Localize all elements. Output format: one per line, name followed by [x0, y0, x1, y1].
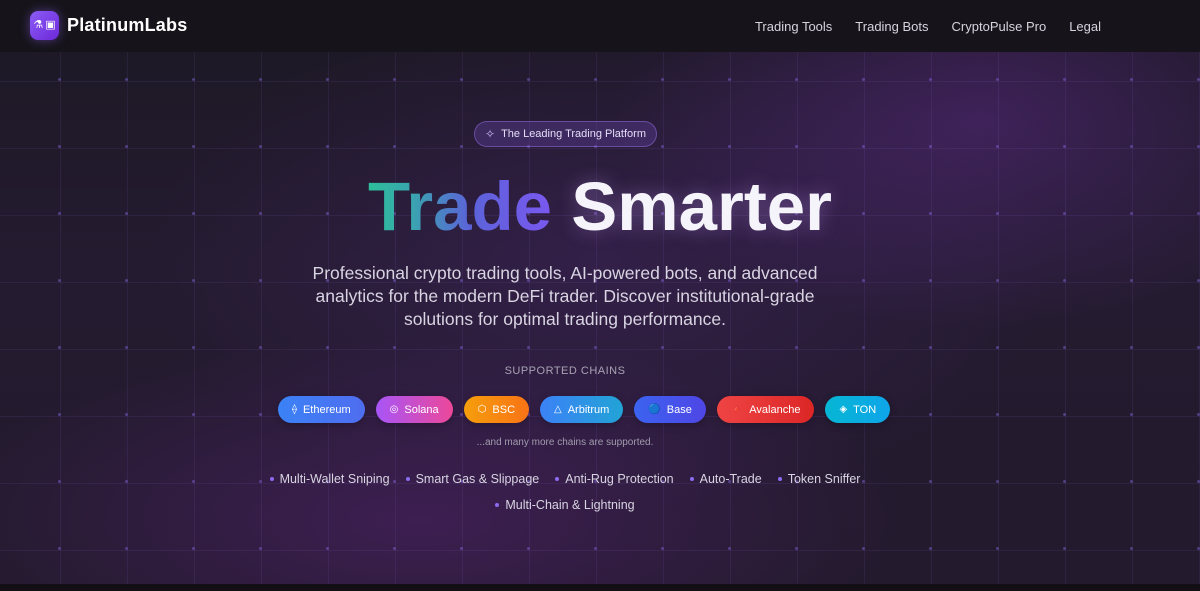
badge-label: The Leading Trading Platform	[501, 128, 646, 140]
chain-pill-arbitrum[interactable]: △ Arbitrum	[540, 396, 624, 423]
chain-label: Base	[666, 403, 692, 416]
chain-label: Avalanche	[749, 403, 801, 416]
logo-badge: ⚗ ▣	[30, 11, 59, 40]
top-navbar: ⚗ ▣ PlatinumLabs Trading Tools Trading B…	[0, 0, 1200, 52]
bullet-dot-icon	[495, 503, 500, 507]
bullet-dot-icon	[269, 477, 274, 481]
avalanche-icon: 🔺	[730, 404, 744, 415]
nav-links: Trading Tools Trading Bots CryptoPulse P…	[755, 0, 1101, 52]
bullet-dot-icon	[777, 477, 782, 481]
feature-item: Smart Gas & Slippage	[405, 471, 540, 487]
bullet-dot-icon	[689, 477, 694, 481]
hero-subtitle: Professional crypto trading tools, AI-po…	[312, 263, 818, 329]
feature-label: Smart Gas & Slippage	[415, 472, 540, 486]
chain-label: Ethereum	[302, 403, 351, 416]
supported-chains-label: SUPPORTED CHAINS	[504, 365, 626, 377]
chain-list: ⟠ Ethereum ◎ Solana ⬡ BSC △ Arbitrum 🔵 Base 🔺 Avala…	[278, 396, 891, 423]
feature-item: Auto-Trade	[689, 471, 762, 487]
nav-link-trading-tools[interactable]: Trading Tools	[755, 19, 832, 34]
solana-icon: ◎	[389, 404, 399, 415]
flask-icon: ⚗	[33, 19, 44, 31]
hero-headline: Trade Smarter	[0, 165, 1200, 249]
chain-label: TON	[853, 403, 877, 416]
headline-accent: Trade	[367, 168, 553, 245]
ethereum-icon: ⟠	[292, 404, 297, 415]
chain-label: Solana	[404, 403, 439, 416]
feature-label: Auto-Trade	[699, 472, 762, 486]
chains-note: ...and many more chains are supported.	[476, 437, 654, 448]
ton-icon: ◈	[839, 404, 848, 415]
sparkles-icon: ✧	[485, 127, 496, 141]
nav-link-legal[interactable]: Legal	[1069, 19, 1101, 34]
chain-pill-ethereum[interactable]: ⟠ Ethereum	[278, 396, 365, 423]
chip-icon: ▣	[45, 19, 56, 31]
feature-label: Multi-Wallet Sniping	[279, 472, 390, 486]
brand-logo[interactable]: ⚗ ▣ PlatinumLabs	[30, 11, 187, 40]
nav-link-trading-bots[interactable]: Trading Bots	[855, 19, 928, 34]
feature-label: Token Sniffer	[787, 472, 861, 486]
chain-pill-solana[interactable]: ◎ Solana	[375, 396, 453, 423]
chain-label: BSC	[492, 403, 516, 416]
nav-link-cryptopulse-pro[interactable]: CryptoPulse Pro	[952, 19, 1047, 34]
brand-name: PlatinumLabs	[67, 15, 188, 35]
chain-pill-bsc[interactable]: ⬡ BSC	[463, 396, 530, 423]
feature-item: Token Sniffer	[777, 471, 861, 487]
bsc-icon: ⬡	[477, 404, 487, 415]
base-icon: 🔵	[648, 404, 661, 415]
arbitrum-icon: △	[554, 404, 562, 415]
chain-pill-ton[interactable]: ◈ TON	[825, 396, 891, 423]
feature-label: Anti-Rug Protection	[565, 472, 674, 486]
chain-pill-avalanche[interactable]: 🔺 Avalanche	[716, 396, 815, 423]
page-bottom-edge	[0, 584, 1200, 591]
chain-pill-base[interactable]: 🔵 Base	[634, 396, 706, 423]
headline-main: Smarter	[571, 168, 833, 245]
bullet-dot-icon	[555, 477, 560, 481]
chain-label: Arbitrum	[567, 403, 610, 416]
feature-item: Multi-Wallet Sniping	[269, 471, 390, 487]
feature-list: Multi-Wallet Sniping Smart Gas & Slippage…	[250, 471, 880, 513]
bullet-dot-icon	[405, 477, 410, 481]
platform-badge: ✧ The Leading Trading Platform	[474, 121, 657, 147]
feature-label: Multi-Chain & Lightning	[505, 498, 635, 512]
feature-item: Anti-Rug Protection	[555, 471, 674, 487]
feature-item: Multi-Chain & Lightning	[495, 497, 635, 513]
